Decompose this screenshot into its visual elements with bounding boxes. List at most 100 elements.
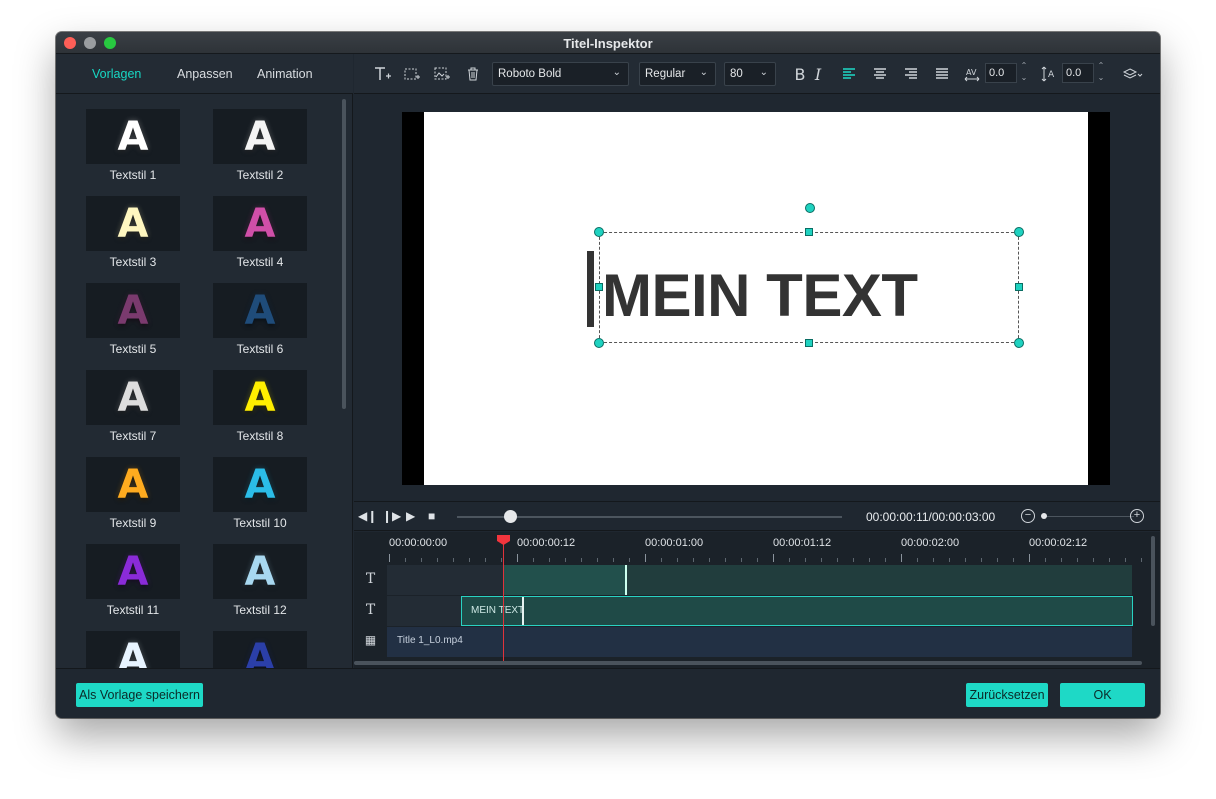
text-style-tile[interactable]: A Textstil 4 <box>213 196 307 276</box>
resize-handle-top-right[interactable] <box>1014 227 1024 237</box>
delete-trash-icon[interactable] <box>462 64 484 84</box>
zoom-slider[interactable] <box>1044 516 1134 517</box>
text-bounding-box[interactable]: MEIN TEXT <box>587 203 1024 348</box>
italic-button[interactable]: I <box>807 64 829 84</box>
title-text[interactable]: MEIN TEXT <box>602 261 918 330</box>
clip-split-marker <box>522 597 524 625</box>
zoom-slider-knob[interactable] <box>1041 513 1047 519</box>
text-style-tile[interactable]: A Textstil 1 <box>86 109 180 189</box>
tab-animation[interactable]: Animation <box>257 67 313 81</box>
text-style-tile[interactable]: A Textstil 8 <box>213 370 307 450</box>
layers-icon[interactable] <box>1119 64 1147 84</box>
svg-text:AV: AV <box>966 68 977 77</box>
tab-templates[interactable]: Vorlagen <box>92 67 141 81</box>
timeline-tick-minor <box>421 558 422 562</box>
character-spacing-icon: AV <box>961 64 983 84</box>
char-spacing-stepper[interactable]: ⌃ ⌄ <box>1019 60 1029 86</box>
save-as-template-button[interactable]: Als Vorlage speichern <box>76 683 203 707</box>
svg-text:A: A <box>1048 70 1055 80</box>
timeline-tick-major <box>389 554 390 562</box>
timeline-tick-minor <box>805 558 806 562</box>
timeline-scrollbar-horizontal[interactable] <box>354 661 1142 665</box>
playback-slider-knob[interactable] <box>504 510 517 523</box>
text-style-tile[interactable]: A Textstil 6 <box>213 283 307 363</box>
timeline-tick-minor <box>581 558 582 562</box>
resize-handle-bottom-left[interactable] <box>594 338 604 348</box>
resize-handle-bottom-right[interactable] <box>1014 338 1024 348</box>
title-clip-label: MEIN TEXT <box>471 605 525 616</box>
text-style-tile[interactable]: A Textstil 9 <box>86 457 180 537</box>
timeline: 00:00:00:00 00:00:00:12 00:00:01:00 00:00:0… <box>354 532 1160 668</box>
timeline-tick-minor <box>1125 558 1126 562</box>
resize-handle-top[interactable] <box>805 228 813 236</box>
templates-scrollbar[interactable] <box>342 99 346 409</box>
text-style-tile[interactable]: A <box>213 631 307 668</box>
zoom-out-icon[interactable]: − <box>1021 509 1035 523</box>
text-style-tile[interactable]: A Textstil 10 <box>213 457 307 537</box>
text-style-label: Textstil 4 <box>236 255 284 269</box>
font-size-select[interactable]: 80 ⌄ <box>724 62 776 86</box>
text-style-tile[interactable]: A Textstil 2 <box>213 109 307 189</box>
title-clip-upper-tail[interactable] <box>627 565 1132 595</box>
title-clip-upper[interactable] <box>503 565 627 595</box>
text-style-tile[interactable]: A Textstil 11 <box>86 544 180 624</box>
font-family-value: Roboto Bold <box>498 68 562 80</box>
align-left-icon[interactable] <box>838 64 860 84</box>
tab-customize[interactable]: Anpassen <box>177 67 233 81</box>
text-style-thumbnail: A <box>213 544 307 599</box>
timeline-tick-minor <box>565 558 566 562</box>
play-icon[interactable]: ▶ <box>406 509 415 523</box>
text-style-tile[interactable]: A <box>86 631 180 668</box>
align-justify-icon[interactable] <box>931 64 953 84</box>
timeline-tick-minor <box>821 558 822 562</box>
next-frame-icon[interactable]: ❙▶ <box>382 509 401 523</box>
text-style-tile[interactable]: A Textstil 12 <box>213 544 307 624</box>
add-shape-icon[interactable] <box>401 64 423 84</box>
text-style-tile[interactable]: A Textstil 7 <box>86 370 180 450</box>
preview-canvas[interactable]: MEIN TEXT <box>424 112 1088 485</box>
previous-frame-icon[interactable]: ◀❙ <box>358 509 377 523</box>
timeline-tick-minor <box>741 558 742 562</box>
reset-button[interactable]: Zurücksetzen <box>966 683 1048 707</box>
chevron-down-icon: ⌄ <box>699 67 708 78</box>
title-clip-selected[interactable]: MEIN TEXT <box>461 596 1133 626</box>
resize-handle-bottom[interactable] <box>805 339 813 347</box>
timeline-tick-minor <box>629 558 630 562</box>
line-spacing-input[interactable]: 0.0 <box>1062 63 1094 83</box>
font-size-value: 80 <box>730 68 743 80</box>
resize-handle-top-left[interactable] <box>594 227 604 237</box>
text-style-thumbnail: A <box>213 631 307 668</box>
timeline-tick-major <box>901 554 902 562</box>
align-right-icon[interactable] <box>900 64 922 84</box>
text-style-thumbnail: A <box>213 457 307 512</box>
preview-area: MEIN TEXT <box>354 95 1160 501</box>
add-text-icon[interactable] <box>372 64 394 84</box>
timeline-tick-minor <box>1045 558 1046 562</box>
timeline-tick-minor <box>501 558 502 562</box>
ok-button[interactable]: OK <box>1060 683 1145 707</box>
align-center-icon[interactable] <box>869 64 891 84</box>
add-image-icon[interactable] <box>431 64 453 84</box>
zoom-in-icon[interactable]: + <box>1130 509 1144 523</box>
template-grid: A Textstil 1 A Textstil 2 A Textstil 3 A Textst… <box>56 95 340 668</box>
timeline-tick-label: 00:00:00:00 <box>389 537 448 549</box>
timeline-tick-minor <box>949 558 950 562</box>
timeline-tick-label: 00:00:01:12 <box>773 537 832 549</box>
timeline-tick-label: 00:00:00:12 <box>517 537 576 549</box>
rotate-handle[interactable] <box>805 203 815 213</box>
line-spacing-stepper[interactable]: ⌃ ⌄ <box>1096 60 1106 86</box>
video-clip[interactable]: Title 1_L0.mp4 <box>387 627 1132 657</box>
text-style-tile[interactable]: A Textstil 5 <box>86 283 180 363</box>
font-weight-select[interactable]: Regular ⌄ <box>639 62 716 86</box>
timeline-scrollbar-vertical[interactable] <box>1151 536 1155 626</box>
font-family-select[interactable]: Roboto Bold ⌄ <box>492 62 629 86</box>
timeline-tick-label: 00:00:02:12 <box>1029 537 1088 549</box>
stop-icon[interactable]: ■ <box>428 509 435 523</box>
char-spacing-input[interactable]: 0.0 <box>985 63 1017 83</box>
timeline-tick-minor <box>693 558 694 562</box>
resize-handle-right[interactable] <box>1015 283 1023 291</box>
text-track-icon: T <box>365 602 376 618</box>
text-style-tile[interactable]: A Textstil 3 <box>86 196 180 276</box>
timeline-tick-minor <box>469 558 470 562</box>
playhead-line[interactable] <box>503 538 504 664</box>
